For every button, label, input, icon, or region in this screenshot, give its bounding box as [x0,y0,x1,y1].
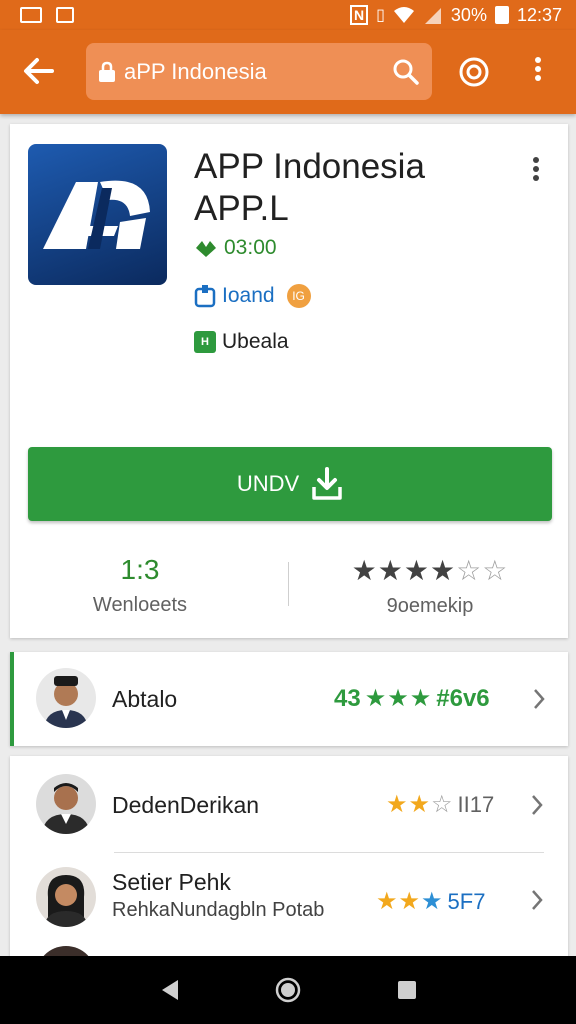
search-bar[interactable]: aPP Indonesia [86,43,432,100]
category-name[interactable]: Ubeala [222,330,289,354]
category-icon: H [194,331,216,353]
star-filled-icon: ★ [409,685,433,712]
review-count: II17 [457,791,495,817]
featured-review[interactable]: Abtalo 43 ★★★ #6v6 [10,652,568,746]
review-list: DedenDerikan ★★☆ II17 Setier Pehk RehkaN… [10,756,568,966]
app-rating-row: 03:00 [194,236,277,260]
app-details-card: APP Indonesia APP.L 03:00 Ioand IG H Ube… [10,124,568,638]
square-recents-icon [397,981,416,999]
app-bar: aPP Indonesia [0,30,576,114]
rating-stat: ★★★★☆☆ 9oemekip [340,554,520,618]
install-button[interactable]: UNDV [28,447,552,521]
rating-suffix: #6v6 [436,684,490,712]
nfc-icon: N [349,5,369,25]
play-protect-button[interactable] [458,56,490,88]
star-filled-icon: ★ [377,555,404,586]
app-rating-text: 03:00 [224,236,277,259]
developer-badge: IG [286,284,311,308]
target-icon [459,57,489,87]
avatar [36,867,96,927]
nav-recents-button[interactable] [392,975,422,1005]
app-logo-icon [43,180,150,249]
app-category-row[interactable]: H Ubeala [194,330,289,354]
downloads-label: Wenloeets [92,594,188,616]
battery-percent: 30% [450,4,487,25]
review-rating: ★★☆ II17 [386,790,494,819]
clock: 12:37 [516,4,562,25]
search-query[interactable]: aPP Indonesia [124,59,392,85]
install-label: UNDV [236,471,300,496]
star-filled-icon: ★ [421,888,444,915]
vibrate-icon: ▯ [376,7,385,24]
app-stats: 1:3 Wenloeets ★★★★☆☆ 9oemekip [10,554,568,624]
stats-divider [288,562,289,606]
star-filled-icon: ★ [430,555,457,586]
review-rating: ★★★ 5F7 [376,887,485,916]
review-count: 5F7 [447,888,486,914]
app-developer-row[interactable]: Ioand IG [194,284,311,308]
status-notifications [20,7,74,23]
star-filled-icon: ★ [387,685,410,712]
star-filled-icon: ★ [351,555,378,586]
downloads-value: 1:3 [120,554,160,585]
overflow-menu-button[interactable] [528,54,548,90]
reviewer-name: Abtalo [112,686,178,712]
featured-rating: 43 ★★★ #6v6 [334,684,490,713]
star-empty-icon: ☆ [431,791,454,818]
system-nav-bar [0,956,576,1024]
activity-notification-icon [20,7,42,23]
avatar [36,774,96,834]
star-empty-icon: ☆ [482,555,509,586]
developer-name[interactable]: Ioand [222,284,275,308]
chevron-right-icon[interactable] [530,794,544,816]
rating-prefix: 43 [334,684,361,712]
star-empty-icon: ☆ [456,555,483,586]
review-stars: ★★★ [376,887,444,916]
app-logo [28,144,167,285]
star-filled-icon: ★ [376,888,399,915]
wifi-icon [393,7,414,23]
rating-stars: ★★★★☆☆ [340,554,520,587]
lock-icon [99,61,115,82]
star-filled-icon: ★ [398,888,422,915]
signal-icon [424,8,441,24]
list-item[interactable]: DedenDerikan ★★☆ II17 [10,756,568,852]
downloads-stat: 1:3 Wenloeets [70,554,210,617]
chevron-right-icon[interactable] [532,688,546,710]
featured-stars: ★★★ [365,684,433,713]
search-icon[interactable] [392,58,420,86]
status-bar: N ▯ 30% 12:37 [0,0,576,30]
chevron-right-icon[interactable] [530,889,544,911]
star-filled-icon: ★ [408,791,432,818]
list-item[interactable]: Setier Pehk RehkaNundagbln Potab ★★★ 5F7 [10,853,568,949]
triangle-back-icon [162,980,179,1000]
rating-badge-icon [196,241,216,257]
app-overflow-button[interactable] [528,154,544,188]
nav-home-button[interactable] [273,975,303,1005]
image-notification-icon [56,7,74,23]
home-circle-icon [275,977,301,1003]
star-filled-icon: ★ [403,555,430,586]
status-indicators: N ▯ 30% 12:37 [349,4,562,26]
star-filled-icon: ★ [364,685,388,712]
back-button[interactable] [22,56,56,86]
arrow-left-icon [24,58,54,84]
review-text: RehkaNundagbln Potab [112,899,325,921]
developer-icon [194,285,216,308]
download-icon [312,467,342,500]
nav-back-button[interactable] [154,975,184,1005]
avatar [36,668,96,728]
reviewer-name: DedenDerikan [112,792,260,818]
review-stars: ★★☆ [386,790,454,819]
app-title: APP Indonesia APP.L [194,147,425,228]
rating-label: 9oemekip [386,595,474,617]
star-filled-icon: ★ [386,791,409,818]
battery-icon [494,6,509,24]
reviewer-name: Setier Pehk [112,869,231,895]
